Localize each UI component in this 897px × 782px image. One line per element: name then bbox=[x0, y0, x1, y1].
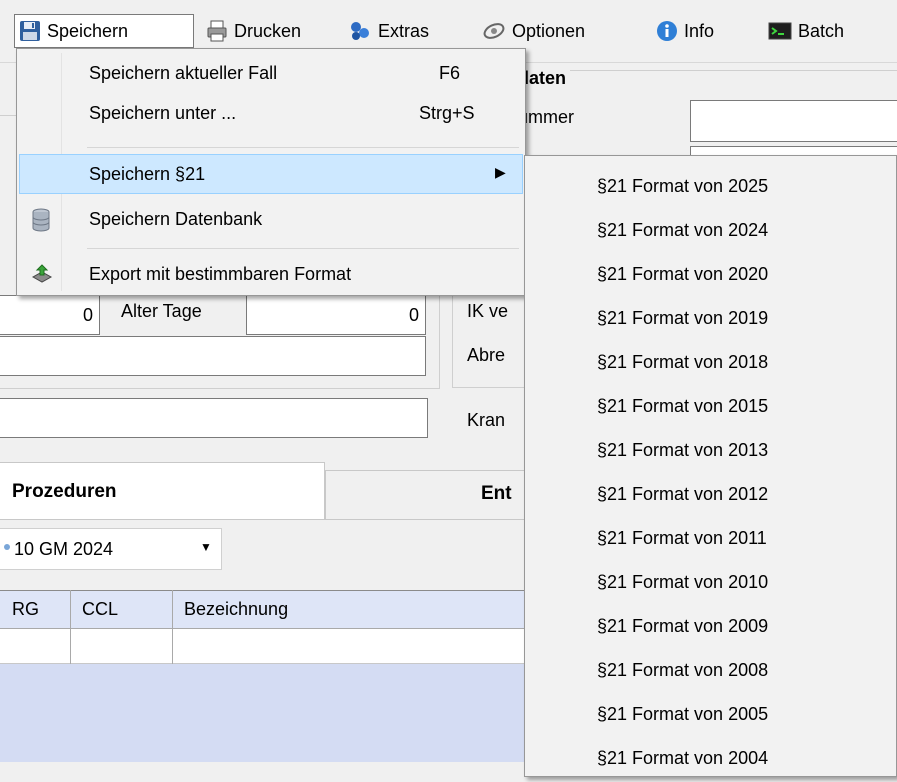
submenu-item-2011[interactable]: §21 Format von 2011 bbox=[597, 528, 767, 549]
label-alter-tage: Alter Tage bbox=[121, 301, 202, 321]
menu-item-label: Speichern §21 bbox=[89, 164, 206, 184]
terminal-icon bbox=[768, 21, 792, 41]
save-21-submenu: §21 Format von 2025 §21 Format von 2024 … bbox=[524, 155, 897, 777]
submenu-item-2018[interactable]: §21 Format von 2018 bbox=[597, 352, 768, 373]
chevron-down-icon: ▼ bbox=[200, 540, 212, 554]
menu-optionen[interactable]: Optionen bbox=[482, 14, 585, 48]
age-years-value: 0 bbox=[82, 305, 93, 325]
menu-optionen-label: Optionen bbox=[512, 20, 586, 41]
menu-item-save-current[interactable]: Speichern aktueller Fall F6 bbox=[19, 53, 523, 93]
column-rg[interactable]: RG bbox=[12, 599, 39, 620]
tab-entgelte[interactable]: Ent bbox=[325, 470, 525, 520]
menu-drucken-label: Drucken bbox=[234, 20, 302, 41]
submenu-item-2008[interactable]: §21 Format von 2008 bbox=[597, 660, 768, 681]
submenu-item-2020[interactable]: §21 Format von 2020 bbox=[597, 264, 768, 285]
text-field-1[interactable] bbox=[0, 336, 426, 376]
menu-extras[interactable]: Extras bbox=[348, 14, 429, 48]
submenu-item-2010[interactable]: §21 Format von 2010 bbox=[597, 572, 768, 593]
info-icon bbox=[656, 20, 678, 42]
submenu-arrow-icon: ▶ bbox=[495, 164, 506, 180]
speichern-dropdown: Speichern aktueller Fall F6 Speichern un… bbox=[16, 48, 526, 296]
submenu-item-2012[interactable]: §21 Format von 2012 bbox=[597, 484, 768, 505]
menu-info[interactable]: Info bbox=[656, 14, 714, 48]
menu-item-export-format[interactable]: Export mit bestimmbaren Format bbox=[19, 254, 523, 294]
menu-speichern-label: Speichern bbox=[47, 20, 129, 41]
menu-speichern[interactable]: Speichern bbox=[14, 14, 194, 48]
gm-version-select[interactable]: 10 GM 2024 ▼ bbox=[0, 528, 222, 570]
label-ik: IK ve bbox=[467, 301, 509, 321]
submenu-item-2013[interactable]: §21 Format von 2013 bbox=[597, 440, 768, 461]
export-icon bbox=[31, 263, 53, 290]
submenu-item-2024[interactable]: §21 Format von 2024 bbox=[597, 220, 768, 241]
menu-separator bbox=[87, 248, 519, 249]
column-ccl[interactable]: CCL bbox=[82, 599, 118, 620]
shortcut-label: F6 bbox=[439, 63, 461, 83]
tab-prozeduren[interactable]: Prozeduren bbox=[0, 462, 325, 520]
column-divider bbox=[172, 590, 173, 664]
column-divider bbox=[70, 590, 71, 664]
age-days-value: 0 bbox=[408, 305, 419, 325]
label-nummer: ummer bbox=[518, 107, 575, 127]
menu-item-save-21[interactable]: Speichern §21 ▶ bbox=[19, 154, 523, 194]
puzzle-icon bbox=[348, 20, 372, 42]
menu-item-label: Speichern Datenbank bbox=[89, 209, 263, 229]
menu-item-label: Export mit bestimmbaren Format bbox=[89, 264, 352, 284]
menu-batch-label: Batch bbox=[798, 20, 845, 41]
gm-version-value: 10 GM 2024 bbox=[14, 539, 114, 559]
menu-drucken[interactable]: Drucken bbox=[206, 14, 301, 48]
submenu-item-2009[interactable]: §21 Format von 2009 bbox=[597, 616, 768, 637]
tab-prozeduren-label: Prozeduren bbox=[12, 481, 117, 502]
submenu-item-2005[interactable]: §21 Format von 2005 bbox=[597, 704, 768, 725]
submenu-item-2019[interactable]: §21 Format von 2019 bbox=[597, 308, 768, 329]
submenu-item-2015[interactable]: §21 Format von 2015 bbox=[597, 396, 768, 417]
nummer-field[interactable] bbox=[690, 100, 897, 142]
menu-separator bbox=[87, 147, 519, 148]
floppy-disk-icon bbox=[19, 20, 41, 42]
shortcut-label: Strg+S bbox=[419, 103, 475, 123]
table-row[interactable] bbox=[0, 629, 560, 664]
text-field-2[interactable] bbox=[0, 398, 428, 438]
tab-entgelte-label: Ent bbox=[481, 483, 512, 504]
label-abrechnung: Abre bbox=[467, 345, 506, 365]
tab-baseline bbox=[0, 519, 526, 520]
column-bezeichnung[interactable]: Bezeichnung bbox=[184, 599, 288, 620]
menu-item-save-as[interactable]: Speichern unter ... Strg+S bbox=[19, 93, 523, 133]
printer-icon bbox=[206, 20, 228, 42]
menu-item-save-database[interactable]: Speichern Datenbank bbox=[19, 199, 523, 239]
options-icon bbox=[482, 20, 506, 42]
submenu-item-2025[interactable]: §21 Format von 2025 bbox=[597, 176, 768, 197]
table-header: RG CCL Bezeichnung bbox=[0, 590, 560, 629]
menu-info-label: Info bbox=[684, 20, 715, 41]
age-years-field[interactable]: 0 bbox=[0, 295, 100, 335]
menu-item-label: Speichern unter ... bbox=[89, 103, 237, 123]
age-days-field[interactable]: 0 bbox=[246, 295, 426, 335]
menu-batch[interactable]: Batch bbox=[768, 14, 844, 48]
menu-item-label: Speichern aktueller Fall bbox=[89, 63, 278, 83]
label-krankenhaus: Kran bbox=[467, 410, 506, 430]
submenu-item-2004[interactable]: §21 Format von 2004 bbox=[597, 748, 768, 769]
menu-extras-label: Extras bbox=[378, 20, 430, 41]
bullet-icon bbox=[4, 544, 10, 550]
database-icon bbox=[31, 208, 51, 237]
